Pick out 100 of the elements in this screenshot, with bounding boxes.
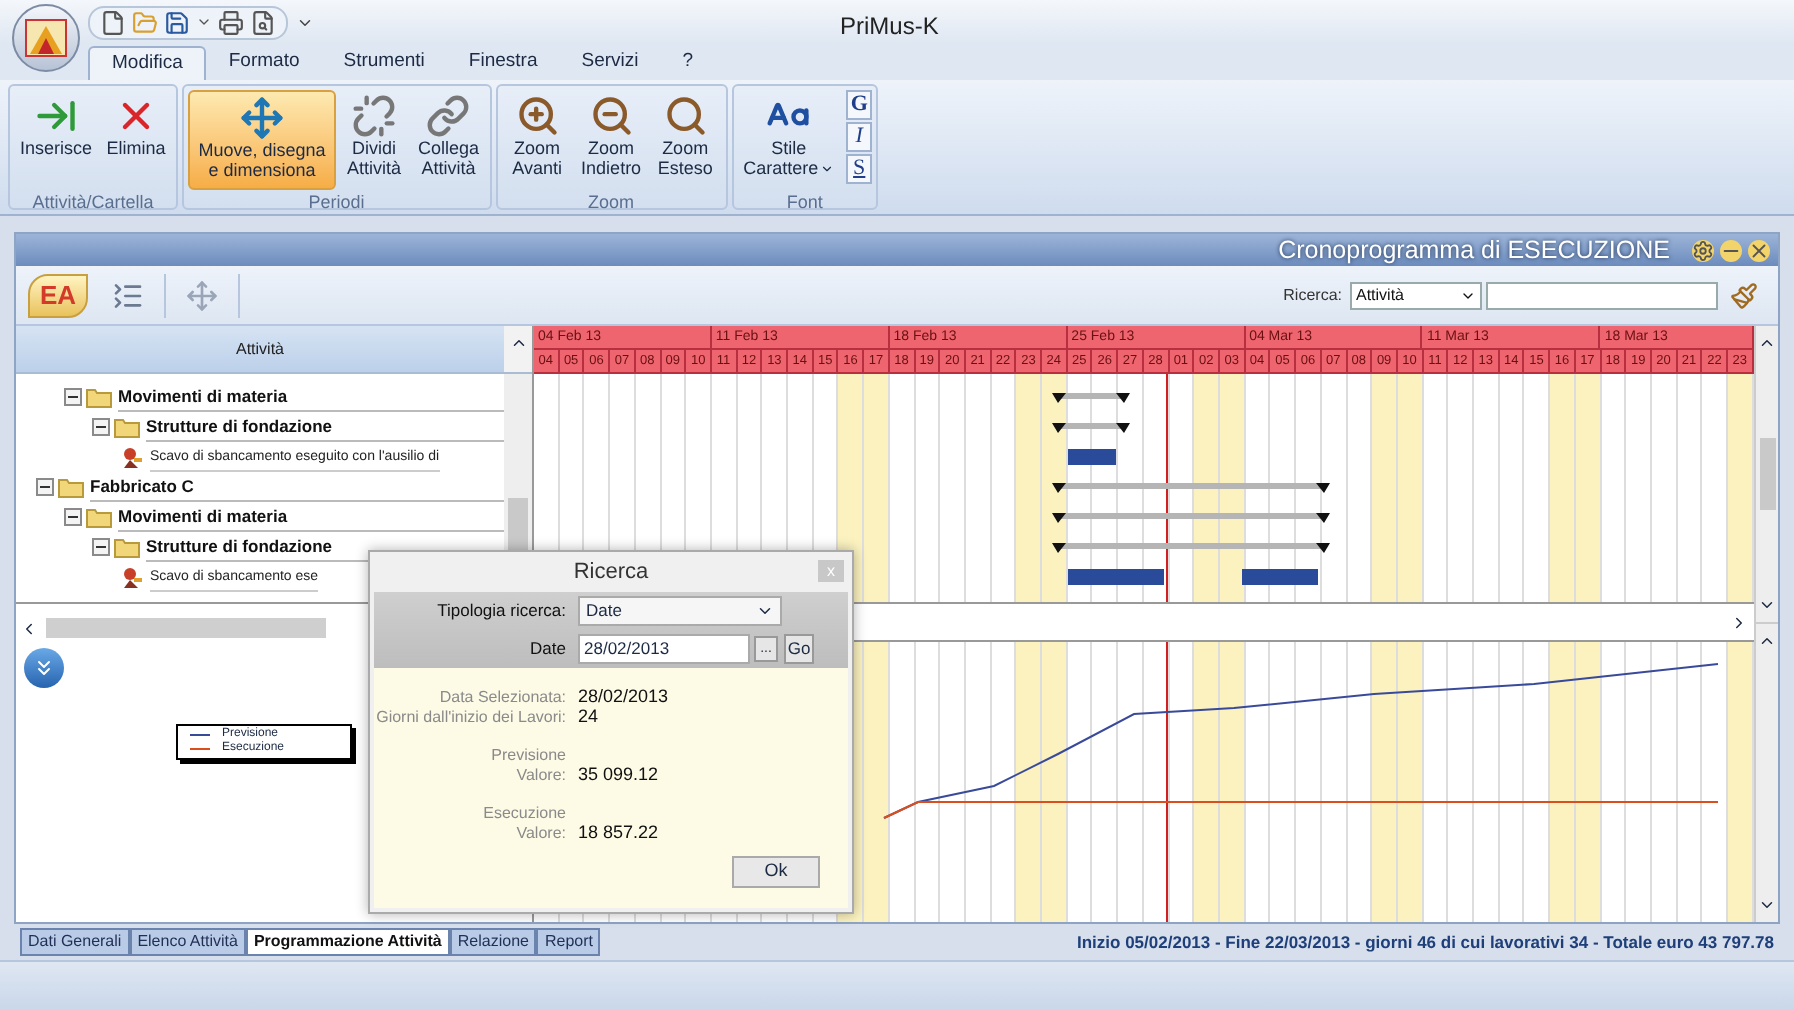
summary-bar[interactable] xyxy=(1052,483,1330,493)
ribbon-button[interactable]: Stile Carattere xyxy=(737,90,841,190)
brush-icon[interactable] xyxy=(1730,281,1758,309)
folder-label[interactable]: Fabbricato C xyxy=(90,473,504,501)
info-label: Valore: xyxy=(514,764,566,788)
close-icon[interactable] xyxy=(1748,239,1770,261)
ribbon-button[interactable]: Zoom Esteso xyxy=(649,90,722,190)
group-label: Attività/Cartella xyxy=(30,190,156,214)
ribbon-button[interactable]: Collega Attività xyxy=(412,90,486,190)
info-value: 18 857.22 xyxy=(578,820,659,847)
expand-chart-button[interactable] xyxy=(24,648,64,688)
format-button[interactable]: G xyxy=(846,90,873,120)
scroll-up-icon[interactable] xyxy=(1758,334,1776,352)
move-arrows-icon xyxy=(240,96,285,140)
scroll-thumb[interactable] xyxy=(508,498,528,550)
app-logo-icon xyxy=(24,16,68,60)
chevrons-down-icon xyxy=(32,656,56,680)
collapse-box-icon[interactable] xyxy=(36,478,54,496)
group-label: Font xyxy=(784,190,825,214)
ribbon-button[interactable]: Zoom Indietro xyxy=(575,90,648,190)
panel-title: Cronoprogramma di ESECUZIONE xyxy=(1278,233,1670,268)
ribbon-button[interactable]: Elimina xyxy=(100,90,173,190)
print-preview-icon[interactable] xyxy=(250,9,276,35)
search-type-select[interactable]: Attività xyxy=(1350,281,1482,309)
format-button[interactable]: I xyxy=(846,122,873,152)
horizontal-scroll-thumb[interactable] xyxy=(46,618,326,638)
link-icon xyxy=(426,94,471,138)
scroll-right-icon[interactable] xyxy=(1730,613,1748,631)
ribbon-tab[interactable]: Strumenti xyxy=(321,46,447,80)
summary-bar[interactable] xyxy=(1052,543,1330,553)
ea-logo-button[interactable]: EA xyxy=(28,273,88,317)
date-field[interactable]: 28/02/2013 xyxy=(578,634,750,664)
info-value: 28/02/2013 xyxy=(578,684,669,709)
scroll-left-icon[interactable] xyxy=(20,619,38,637)
ribbon-button[interactable]: Inserisce xyxy=(14,90,99,190)
info-label: Data Selezionata: xyxy=(437,686,566,710)
info-value: 35 099.12 xyxy=(578,762,659,789)
summary-bar[interactable] xyxy=(1052,393,1130,403)
go-button[interactable]: Go xyxy=(784,634,814,664)
ribbon-tab[interactable]: Finestra xyxy=(446,46,560,80)
collapse-box-icon[interactable] xyxy=(64,388,82,406)
minimize-icon[interactable] xyxy=(1720,239,1742,261)
ribbon-tab[interactable]: Modifica xyxy=(88,46,207,80)
status-summary: Inizio 05/02/2013 - Fine 22/03/2013 - giorni 46 di cui lavorativi 34 - Totale euro 43 797.78 xyxy=(1077,929,1774,955)
info-value: 24 xyxy=(578,704,599,731)
chevron-down-icon xyxy=(756,602,774,620)
folder-icon xyxy=(86,386,112,408)
folder-label[interactable]: Strutture di fondazione xyxy=(146,413,504,441)
collapse-box-icon[interactable] xyxy=(92,418,110,436)
collapse-box-icon[interactable] xyxy=(64,508,82,526)
zoom-icon xyxy=(663,94,708,138)
info-label: Giorni dall'inizio dei Lavori: xyxy=(374,706,566,730)
sheet-tab[interactable]: Elenco Attività xyxy=(129,928,246,956)
folder-icon xyxy=(114,416,140,438)
scroll-up-icon[interactable] xyxy=(1758,632,1776,650)
ok-button[interactable]: Ok xyxy=(732,856,820,888)
group-label: Zoom xyxy=(586,190,637,214)
ribbon-tab[interactable]: Servizi xyxy=(559,46,661,80)
save-icon[interactable] xyxy=(164,9,190,35)
sheet-tab[interactable]: Dati Generali xyxy=(20,928,130,956)
search-field[interactable] xyxy=(1486,281,1718,309)
window-title: PriMus-K xyxy=(840,10,939,44)
search-label: Ricerca: xyxy=(1283,283,1342,307)
ribbon-tab[interactable]: Formato xyxy=(206,46,322,80)
collapse-box-icon[interactable] xyxy=(92,538,110,556)
info-label: Valore: xyxy=(514,822,566,846)
print-icon[interactable] xyxy=(218,9,244,35)
folder-icon xyxy=(58,476,84,498)
ribbon-button[interactable]: Zoom Avanti xyxy=(501,90,574,190)
folder-icon xyxy=(114,536,140,558)
field-label: Tipologia ricerca: xyxy=(435,598,566,624)
new-document-icon[interactable] xyxy=(100,9,126,35)
info-label: Esecuzione xyxy=(481,802,566,826)
search-type-select[interactable]: Date xyxy=(578,596,782,626)
ribbon-tab[interactable]: ? xyxy=(660,46,716,80)
summary-bar[interactable] xyxy=(1052,423,1130,433)
field-label: Date xyxy=(528,636,566,662)
zoom-in-icon xyxy=(515,94,560,138)
scroll-down-icon[interactable] xyxy=(1758,896,1776,914)
scroll-down-icon[interactable] xyxy=(1758,596,1776,614)
sheet-tab[interactable]: Programmazione Attività xyxy=(245,928,450,956)
format-button[interactable]: S xyxy=(846,154,873,184)
sheet-tab[interactable]: Relazione xyxy=(449,928,537,956)
gear-icon[interactable] xyxy=(1692,239,1714,261)
scroll-thumb[interactable] xyxy=(1759,438,1775,510)
chevron-up-icon xyxy=(509,334,527,352)
folder-label[interactable]: Movimenti di materia xyxy=(118,383,504,411)
ribbon-button[interactable]: Muove, disegna e dimensiona xyxy=(188,90,337,190)
info-label: Previsione xyxy=(489,744,566,768)
ribbon-button[interactable]: Dividi Attività xyxy=(338,90,411,190)
sheet-tab[interactable]: Report xyxy=(536,928,601,956)
summary-bar[interactable] xyxy=(1052,513,1330,523)
group-label: Periodi xyxy=(306,190,367,214)
dropdown-icon[interactable] xyxy=(196,14,212,30)
expand-collapse-icon[interactable] xyxy=(112,279,144,311)
folder-icon xyxy=(86,506,112,528)
broken-link-icon xyxy=(352,94,397,138)
column-header[interactable]: Attività xyxy=(16,326,504,372)
zoom-out-icon xyxy=(589,94,634,138)
folder-label[interactable]: Movimenti di materia xyxy=(118,503,504,531)
